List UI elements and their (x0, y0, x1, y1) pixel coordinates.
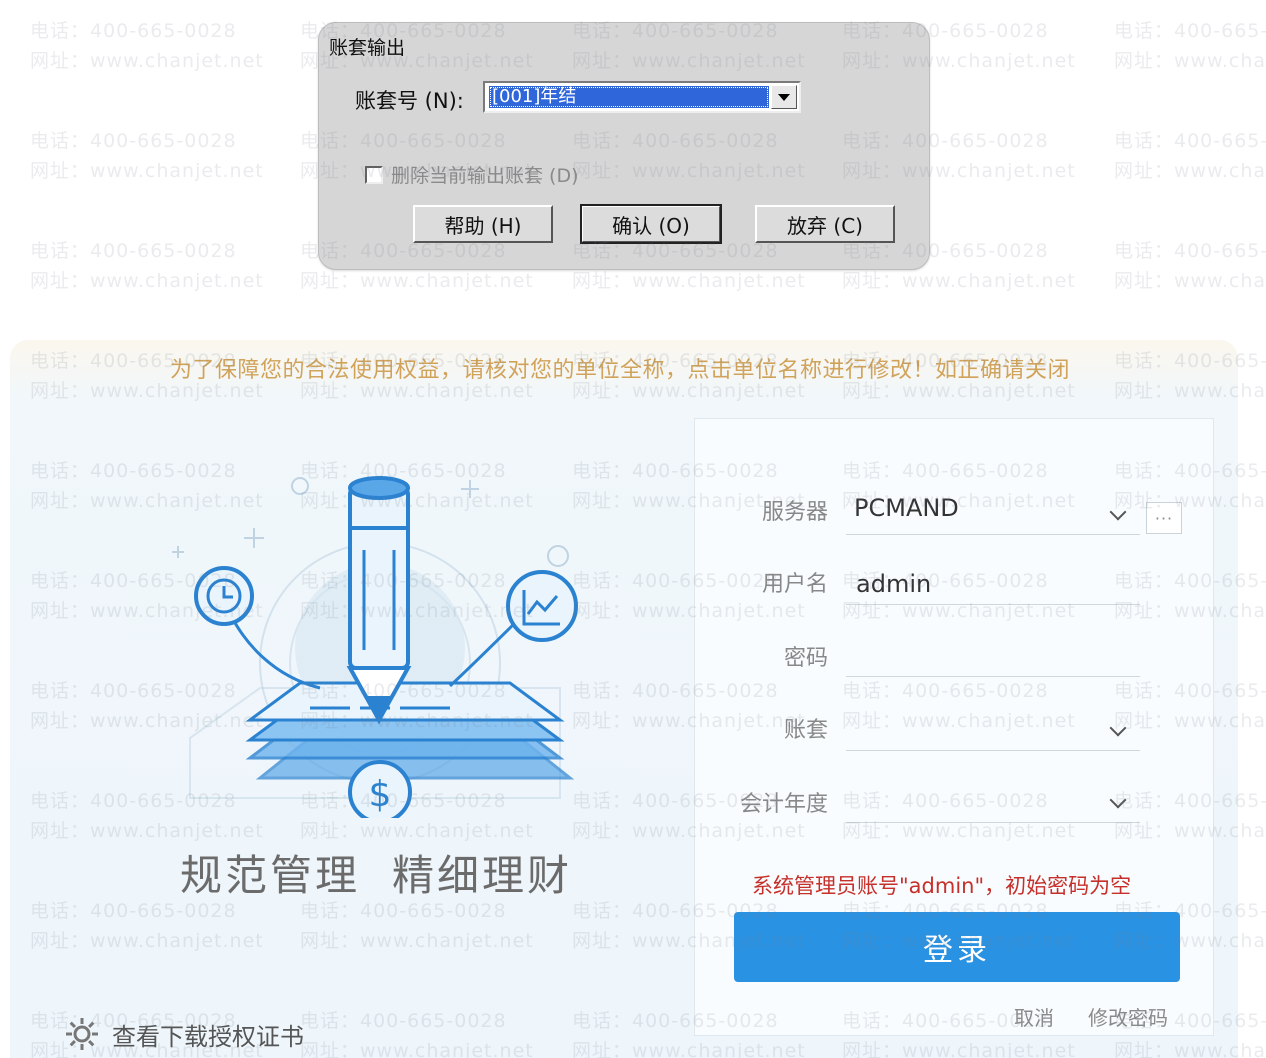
watermark-text: 电话：400-665-0028网址：www.chanjet.net (1114, 130, 1266, 182)
watermark-text: 电话：400-665-0028网址：www.chanjet.net (30, 240, 264, 292)
server-label: 服务器 (761, 500, 828, 525)
fiscal-year-label: 会计年度 (739, 792, 828, 817)
watermark-text: 电话：400-665-0028网址：www.chanjet.net (30, 130, 264, 182)
delete-account-option[interactable]: 删除当前输出账套 (D) (365, 161, 579, 188)
server-select-value[interactable]: PCMAND (854, 494, 959, 522)
dialog-body: 账套号 (N): [001]年结 删除当前输出账套 (D) 帮助 (H) 确认 … (327, 65, 921, 261)
account-number-select[interactable]: [001]年结 (483, 81, 801, 113)
cancel-button[interactable]: 放弃 (C) (755, 205, 895, 243)
watermark-text: 电话：400-665-0028网址：www.chanjet.net (30, 20, 264, 72)
cancel-link[interactable]: 取消 (1014, 1002, 1054, 1031)
fiscal-year-select[interactable] (856, 786, 1096, 816)
account-set-label: 账套 (783, 718, 828, 743)
dialog-title: 账套输出 (329, 37, 406, 59)
verification-banner[interactable]: 为了保障您的合法使用权益，请核对您的单位全称，点击单位名称进行修改！如正确请关闭 (170, 352, 1070, 384)
account-export-dialog: 账套输出 账套号 (N): [001]年结 删除当前输出账套 (D) 帮助 (H… (318, 22, 930, 270)
server-more-button[interactable]: ··· (1146, 502, 1182, 534)
change-password-link[interactable]: 修改密码 (1088, 1002, 1168, 1031)
account-number-label: 账套号 (N): (355, 89, 464, 113)
account-set-underline (846, 750, 1140, 751)
username-underline (846, 604, 1140, 605)
finance-illustration: $ (172, 476, 578, 818)
svg-text:$: $ (369, 774, 392, 815)
fiscal-year-underline (846, 822, 1140, 823)
dropdown-arrow-icon[interactable] (771, 85, 797, 109)
dollar-coin-icon: $ (348, 760, 412, 818)
trend-chart-icon (506, 570, 578, 642)
download-certificate-link[interactable]: 查看下载授权证书 (62, 1014, 304, 1054)
confirm-button[interactable]: 确认 (O) (580, 204, 722, 244)
help-button[interactable]: 帮助 (H) (413, 205, 553, 243)
slogan-part-2: 精细理财 (392, 851, 573, 900)
clock-icon (194, 566, 254, 626)
pencil-icon (346, 476, 412, 725)
admin-hint-text: 系统管理员账号"admin"，初始密码为空 (752, 874, 1132, 898)
watermark-text: 电话：400-665-0028网址：www.chanjet.net (1114, 240, 1266, 292)
screenshot-root: 账套输出 账套号 (N): [001]年结 删除当前输出账套 (D) 帮助 (H… (0, 0, 1266, 1058)
delete-account-checkbox[interactable] (365, 165, 383, 184)
login-button[interactable]: 登录 (734, 912, 1180, 982)
username-input[interactable]: admin (856, 570, 931, 598)
watermark-text: 电话：400-665-0028网址：www.chanjet.net (1114, 20, 1266, 72)
slogan: 规范管理 精细理财 (180, 842, 604, 903)
gear-icon (66, 1018, 98, 1050)
account-number-value: [001]年结 (489, 86, 769, 108)
password-label: 密码 (783, 646, 828, 671)
delete-account-label: 删除当前输出账套 (D) (391, 165, 579, 187)
password-underline (846, 676, 1140, 677)
server-underline (846, 534, 1140, 535)
download-certificate-label: 查看下载授权证书 (112, 1022, 304, 1051)
account-set-select[interactable] (856, 712, 1096, 742)
username-label: 用户名 (761, 572, 828, 597)
password-input[interactable] (856, 642, 1136, 672)
slogan-part-1: 规范管理 (180, 851, 361, 900)
